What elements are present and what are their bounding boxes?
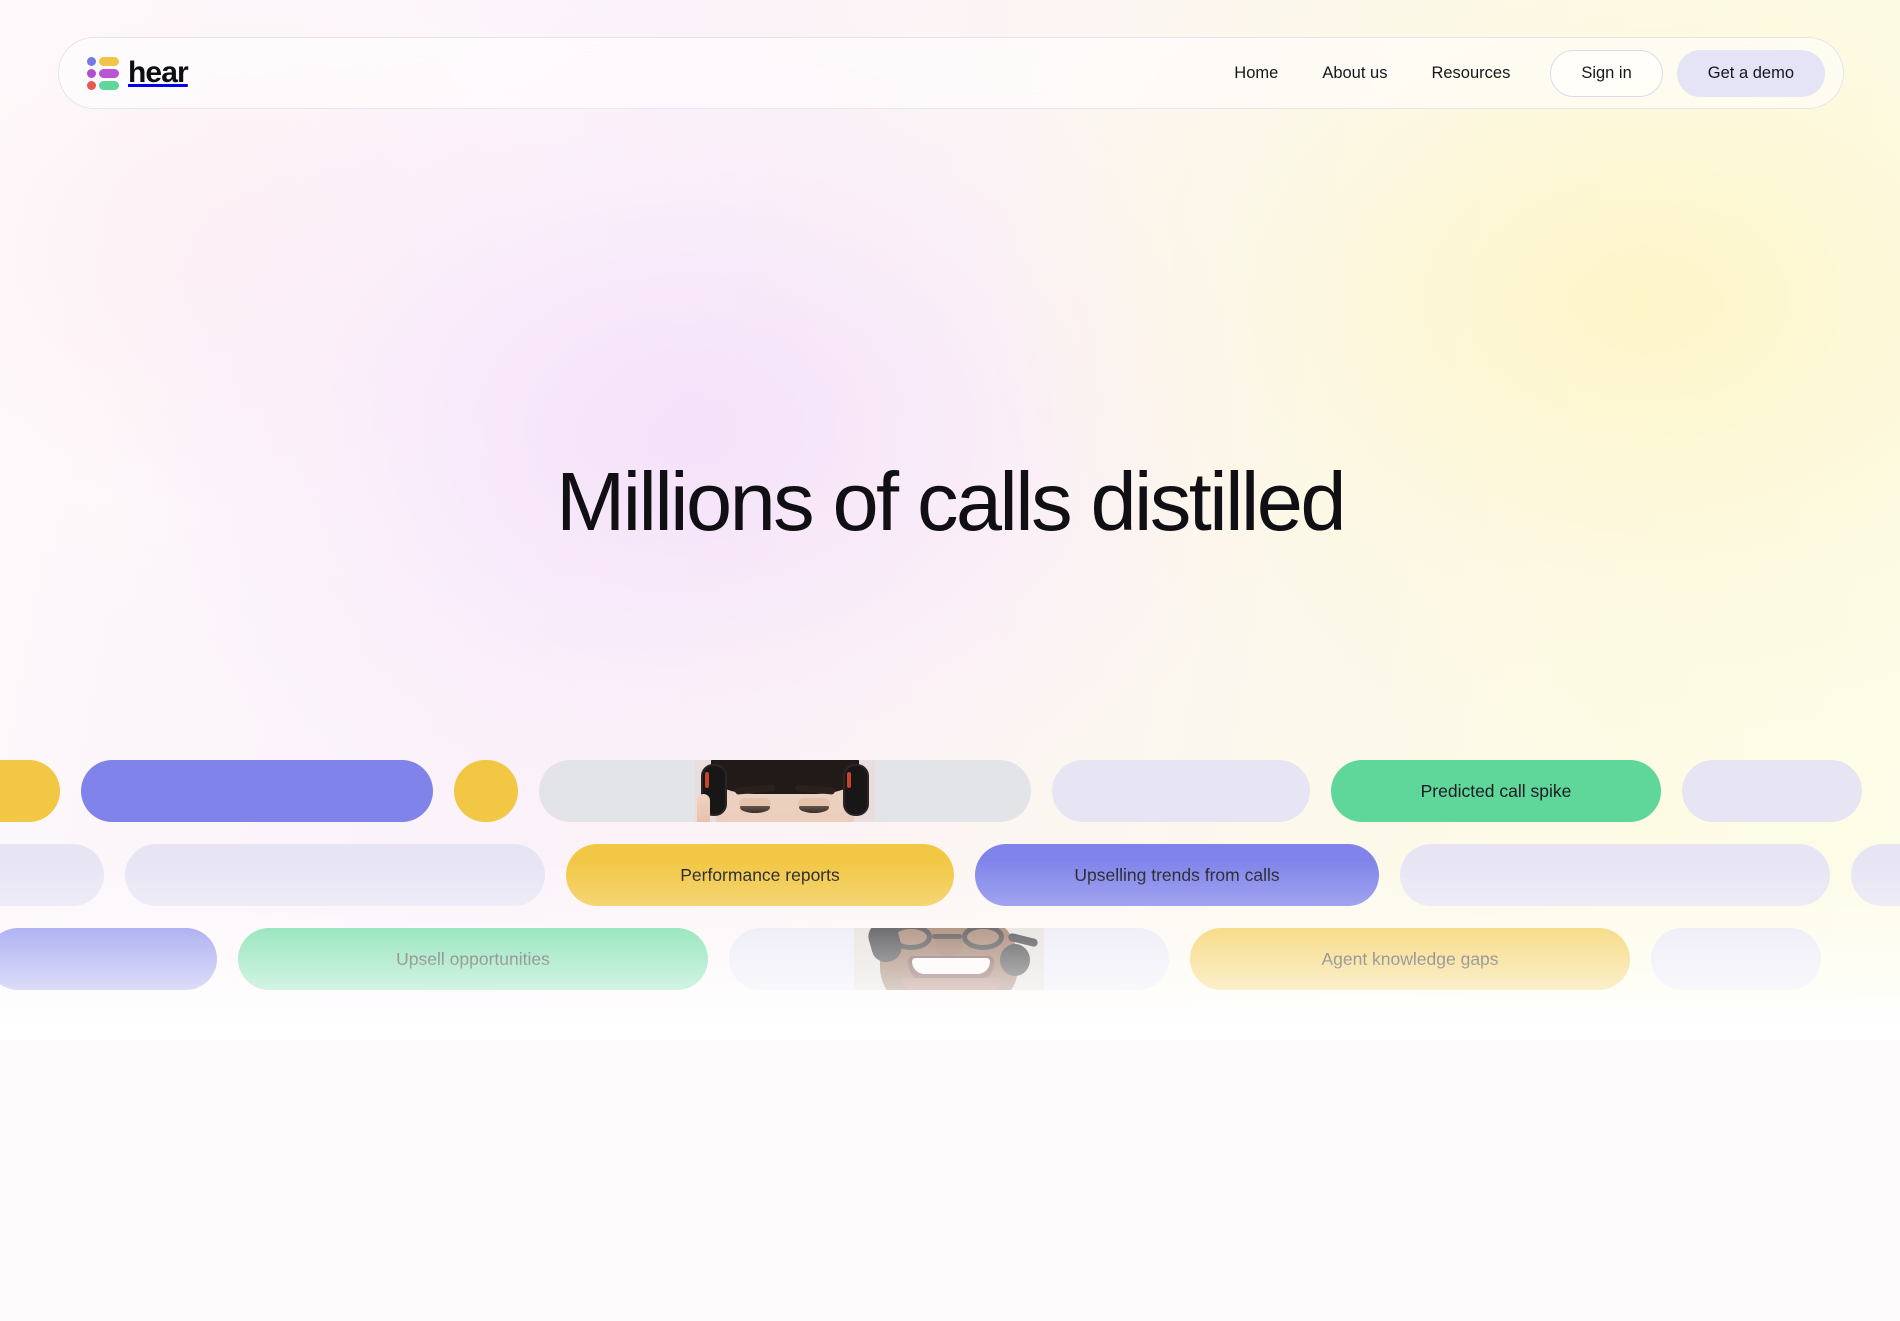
logo-row-1 <box>87 56 119 66</box>
agent-headphones-photo <box>695 760 875 822</box>
brand-logo[interactable]: hear <box>87 56 189 90</box>
logo-dot-icon <box>87 56 96 66</box>
marquee-row-1: Predicted call spike <box>0 748 1900 834</box>
get-a-demo-button[interactable]: Get a demo <box>1676 49 1825 97</box>
logo-row-2 <box>87 68 119 78</box>
logo-row-3 <box>87 80 119 90</box>
brand-name: hear <box>128 56 189 89</box>
primary-nav: Home About us Resources Sign in Get a de… <box>1212 49 1825 97</box>
logo-dot-icon <box>87 80 96 90</box>
hear-logo-icon <box>87 56 119 90</box>
bottom-fade <box>0 860 1900 1040</box>
nav-link-resources[interactable]: Resources <box>1409 54 1532 93</box>
insight-pill-label: Predicted call spike <box>1420 780 1572 801</box>
nav-link-home[interactable]: Home <box>1212 54 1300 93</box>
logo-dot-icon <box>87 68 96 78</box>
logo-bar-icon <box>99 80 119 90</box>
decorative-pill <box>0 760 60 822</box>
decorative-pill <box>1052 760 1310 822</box>
logo-bar-icon <box>99 56 119 66</box>
nav-link-about-us[interactable]: About us <box>1300 54 1409 93</box>
decorative-pill <box>81 760 433 822</box>
page-title: Millions of calls distilled <box>556 455 1346 548</box>
agent-photo-pill <box>539 760 1031 822</box>
marquee-track: Predicted call spike <box>0 760 1862 822</box>
decorative-pill <box>454 760 518 822</box>
insight-pill[interactable]: Predicted call spike <box>1331 760 1661 822</box>
landing-page: hear Home About us Resources Sign in Get… <box>0 0 1900 1321</box>
logo-bar-icon <box>99 68 119 78</box>
site-header: hear Home About us Resources Sign in Get… <box>58 37 1844 109</box>
sign-in-button[interactable]: Sign in <box>1550 49 1663 97</box>
decorative-pill <box>1682 760 1862 822</box>
